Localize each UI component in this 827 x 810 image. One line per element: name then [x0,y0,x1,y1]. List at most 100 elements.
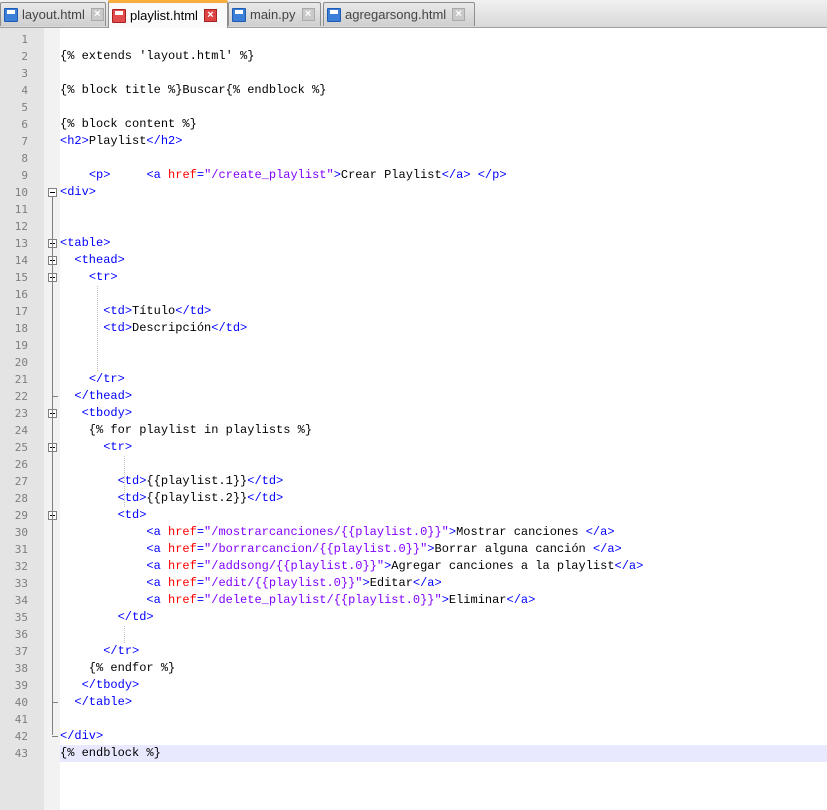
code-token: </a> [506,593,536,607]
indent-guide [124,456,125,507]
code-line[interactable]: {% extends 'layout.html' %} [60,48,254,65]
line-number: 9 [21,169,28,182]
code-line[interactable]: <tr> [60,269,118,286]
tab-playlist-html[interactable]: playlist.html × [108,0,228,28]
tab-layout-html[interactable]: layout.html × [0,2,106,26]
code-line[interactable]: <td>{{playlist.1}}</td> [60,473,284,490]
tab-label: layout.html [22,7,85,22]
code-line[interactable]: <a href="/addsong/{{playlist.0}}">Agrega… [60,558,643,575]
line-number: 11 [14,203,28,216]
fold-end-marker [52,736,58,737]
code-line[interactable]: <a href="/edit/{{playlist.0}}">Editar</a… [60,575,441,592]
code-token: </td> [211,321,248,335]
code-token: </table> [74,695,133,709]
code-line[interactable]: {% for playlist in playlists %} [60,422,312,439]
line-number: 40 [14,696,28,709]
code-line[interactable]: <a href="/delete_playlist/{{playlist.0}}… [60,592,535,609]
close-tab-icon[interactable]: × [203,9,217,22]
indent-guide [97,286,98,371]
code-line[interactable]: <p> <a href="/create_playlist">Crear Pla… [60,167,507,184]
code-line[interactable]: </thead> [60,388,132,405]
code-line[interactable]: </tbody> [60,677,140,694]
code-line[interactable]: </td> [60,609,154,626]
saved-file-icon [4,7,18,22]
code-token: <td> [117,491,147,505]
code-token: <h2> [60,134,89,148]
line-number: 42 [14,730,28,743]
line-number: 10 [14,186,28,199]
code-token: href [168,559,197,573]
line-number: 31 [14,543,28,556]
code-line[interactable]: <thead> [60,252,125,269]
unsaved-file-icon [112,8,126,23]
code-token: href [168,576,197,590]
fold-toggle-icon[interactable] [48,188,57,197]
code-line[interactable]: <td>Título</td> [60,303,211,320]
line-number: 32 [14,560,28,573]
line-number: 30 [14,526,28,539]
code-line[interactable]: {% endfor %} [60,660,175,677]
code-line[interactable]: <table> [60,235,110,252]
code-token: "/edit/{{playlist.0}}" [204,576,363,590]
code-line[interactable]: </table> [60,694,132,711]
line-number: 38 [14,662,28,675]
code-line[interactable]: {% endblock %} [60,745,827,762]
code-line[interactable]: <td>{{playlist.2}}</td> [60,490,284,507]
code-line[interactable]: <div> [60,184,96,201]
code-token: </td> [175,304,212,318]
code-line[interactable]: {% block content %} [60,116,197,133]
code-token: </thead> [74,389,133,403]
tab-main-py[interactable]: main.py × [228,2,321,26]
line-number: 8 [21,152,28,165]
code-line[interactable]: <h2>Playlist</h2> [60,133,182,150]
code-token: {{playlist.2}} [146,491,248,505]
code-line[interactable]: <tbody> [60,405,132,422]
code-line[interactable]: </tr> [60,643,139,660]
code-line[interactable]: </tr> [60,371,125,388]
code-line[interactable]: <td> [60,507,147,524]
code-token: <thead> [74,253,125,267]
close-tab-icon[interactable]: × [452,8,466,21]
code-area[interactable]: {% extends 'layout.html' %} {% block titl… [60,28,827,810]
code-token: <p> [88,168,111,182]
code-token: </tr> [103,644,140,658]
code-token: </a> [592,542,622,556]
code-token: {% endblock %} [60,746,161,760]
close-tab-icon[interactable]: × [90,8,104,21]
code-token: </tbody> [81,678,140,692]
code-token: {% for playlist in playlists %} [60,423,313,437]
code-token: <td> [103,304,133,318]
code-token: {% block title %}Buscar{% endblock %} [60,83,327,97]
close-tab-icon[interactable]: × [301,8,315,21]
code-line[interactable]: <td>Descripción</td> [60,320,247,337]
code-token: <a [146,168,169,182]
code-line[interactable]: {% block title %}Buscar{% endblock %} [60,82,326,99]
tab-agregarsong-html[interactable]: agregarsong.html × [323,2,475,26]
tab-label: playlist.html [130,8,198,23]
line-number: 39 [14,679,28,692]
code-token: = [196,559,205,573]
line-number: 29 [14,509,28,522]
code-line[interactable]: <a href="/borrarcancion/{{playlist.0}}">… [60,541,622,558]
code-token: <a [146,593,169,607]
code-line[interactable]: <tr> [60,439,132,456]
code-token: href [168,542,197,556]
line-number: 16 [14,288,28,301]
code-editor[interactable]: 1 2 3 4 5 6 7 8 9 10 11 12 13 14 15 16 17 18 19 20 21 22 23 24 2… [0,28,827,810]
code-token: = [196,525,205,539]
line-number: 13 [14,237,28,250]
code-line[interactable]: <a href="/mostrarcanciones/{{playlist.0}… [60,524,614,541]
code-token: <table> [60,236,111,250]
code-line[interactable]: </div> [60,728,103,745]
code-token: </tr> [88,372,125,386]
